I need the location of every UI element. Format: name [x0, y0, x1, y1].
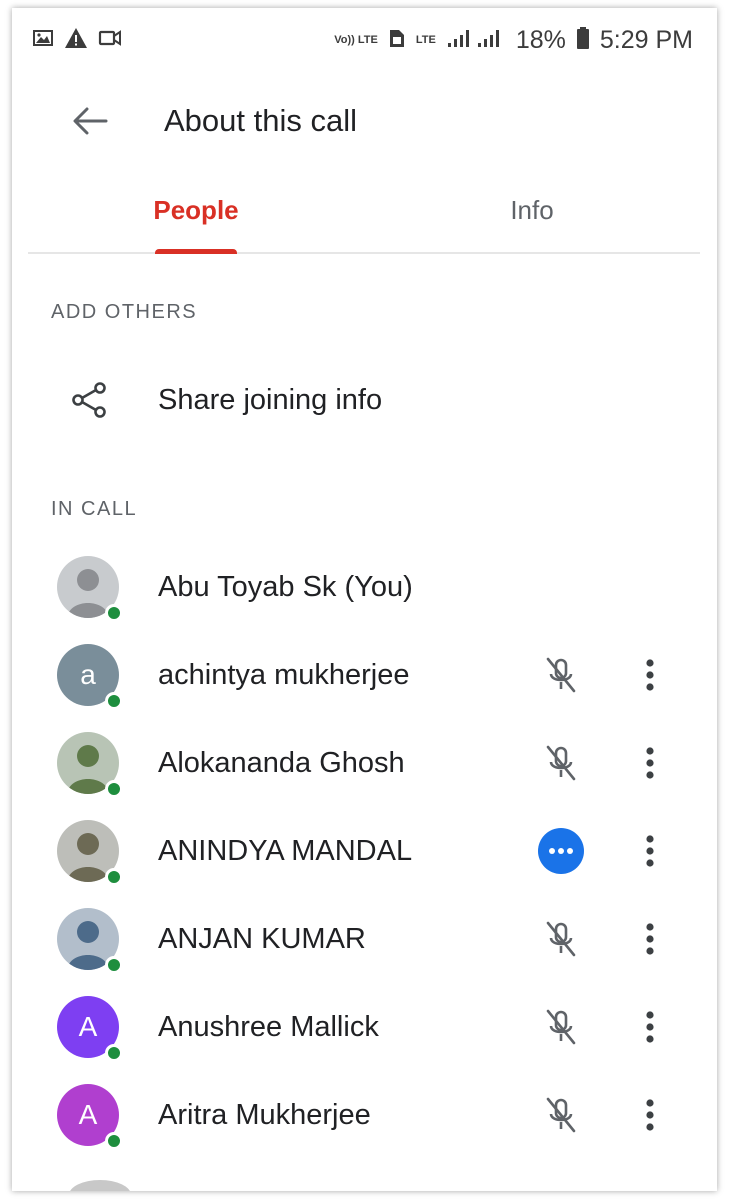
share-joining-info-label: Share joining info	[158, 383, 383, 416]
tab-info-label: Info	[510, 194, 554, 225]
mic-off-indicator	[541, 1007, 581, 1047]
status-bar: Vo)) LTE LTE 18% 5:29 PM	[12, 8, 717, 72]
participant-more-options-button[interactable]	[635, 919, 665, 959]
in-call-heading: IN CALL	[51, 498, 138, 520]
arrow-left-icon	[73, 107, 108, 135]
avatar-initial: A	[78, 1099, 98, 1130]
app-header: About this call	[12, 83, 717, 159]
avatar: A	[57, 996, 123, 1062]
participant-name: Abu Toyab Sk (You)	[158, 570, 413, 603]
mic-off-icon	[546, 1097, 576, 1133]
tab-bar: People Info	[28, 168, 700, 254]
avatar	[57, 820, 123, 886]
video-call-notification-icon	[98, 28, 122, 53]
tab-people[interactable]: People	[28, 168, 364, 254]
sim-icon	[388, 27, 406, 54]
online-status-dot	[105, 1044, 123, 1062]
active-tab-indicator	[155, 249, 237, 254]
participant-row[interactable]: ANINDYA MANDAL	[12, 807, 717, 895]
mic-off-indicator	[541, 919, 581, 959]
participant-row[interactable]: A Anushree Mallick	[12, 983, 717, 1071]
online-status-dot	[105, 1132, 123, 1150]
app-screen: Vo)) LTE LTE 18% 5:29 PM About this call…	[12, 8, 717, 1191]
more-vert-icon	[646, 747, 654, 779]
participant-list: Abu Toyab Sk (You) a achintya mukherjee …	[12, 543, 717, 1159]
more-vert-icon	[646, 923, 654, 955]
participant-name: Anushree Mallick	[158, 1010, 379, 1043]
participant-more-options-button[interactable]	[635, 831, 665, 871]
more-vert-icon	[646, 1011, 654, 1043]
gallery-notification-icon	[32, 28, 54, 53]
mic-off-icon	[546, 921, 576, 957]
participant-name: ANINDYA MANDAL	[158, 834, 413, 867]
online-status-dot	[105, 956, 123, 974]
back-button[interactable]	[50, 91, 130, 151]
mic-off-indicator	[541, 655, 581, 695]
participant-more-options-button[interactable]	[635, 1095, 665, 1135]
mic-off-icon	[546, 657, 576, 693]
avatar-initial: A	[78, 1011, 98, 1042]
online-status-dot	[105, 868, 123, 886]
participant-more-options-button[interactable]	[635, 743, 665, 783]
more-vert-icon	[646, 659, 654, 691]
participant-row[interactable]: a achintya mukherjee	[12, 631, 717, 719]
mic-off-indicator	[541, 743, 581, 783]
battery-icon	[576, 26, 590, 55]
audio-dots-icon	[549, 848, 573, 854]
tab-people-label: People	[153, 194, 239, 225]
more-vert-icon	[646, 835, 654, 867]
share-joining-info-button[interactable]: Share joining info	[12, 360, 717, 440]
avatar-initial: a	[80, 659, 96, 690]
share-icon	[72, 382, 106, 418]
speaking-indicator	[538, 828, 584, 874]
mic-off-icon	[546, 745, 576, 781]
participant-name: Alokananda Ghosh	[158, 746, 405, 779]
warning-notification-icon	[64, 27, 88, 54]
mic-off-indicator	[541, 1095, 581, 1135]
online-status-dot	[105, 604, 123, 622]
tab-info[interactable]: Info	[364, 168, 700, 252]
lte-indicator: LTE	[415, 33, 436, 46]
more-vert-icon	[646, 1099, 654, 1131]
participant-more-options-button[interactable]	[635, 1007, 665, 1047]
avatar	[57, 732, 123, 798]
status-left	[32, 27, 122, 54]
clock: 5:29 PM	[599, 25, 693, 54]
participant-name: ANJAN KUMAR	[158, 922, 366, 955]
avatar: A	[57, 1084, 123, 1150]
participant-row[interactable]: Abu Toyab Sk (You)	[12, 543, 717, 631]
participant-more-options-button[interactable]	[635, 655, 665, 695]
battery-percent: 18%	[515, 25, 566, 54]
avatar	[57, 908, 123, 974]
avatar	[69, 1180, 131, 1191]
participant-row[interactable]: A Aritra Mukherjee	[12, 1071, 717, 1159]
signal-strength-icon	[446, 27, 506, 54]
online-status-dot	[105, 780, 123, 798]
volte-indicator: Vo)) LTE	[334, 33, 378, 46]
participant-row[interactable]: ANJAN KUMAR	[12, 895, 717, 983]
status-right: Vo)) LTE LTE 18% 5:29 PM	[334, 26, 693, 55]
add-others-heading: ADD OTHERS	[51, 301, 198, 323]
avatar: a	[57, 644, 123, 710]
mic-off-icon	[546, 1009, 576, 1045]
participant-row[interactable]: Alokananda Ghosh	[12, 719, 717, 807]
participant-name: Aritra Mukherjee	[158, 1098, 371, 1131]
page-title: About this call	[164, 103, 357, 138]
participant-name: achintya mukherjee	[158, 658, 410, 691]
online-status-dot	[105, 692, 123, 710]
avatar	[57, 556, 123, 622]
